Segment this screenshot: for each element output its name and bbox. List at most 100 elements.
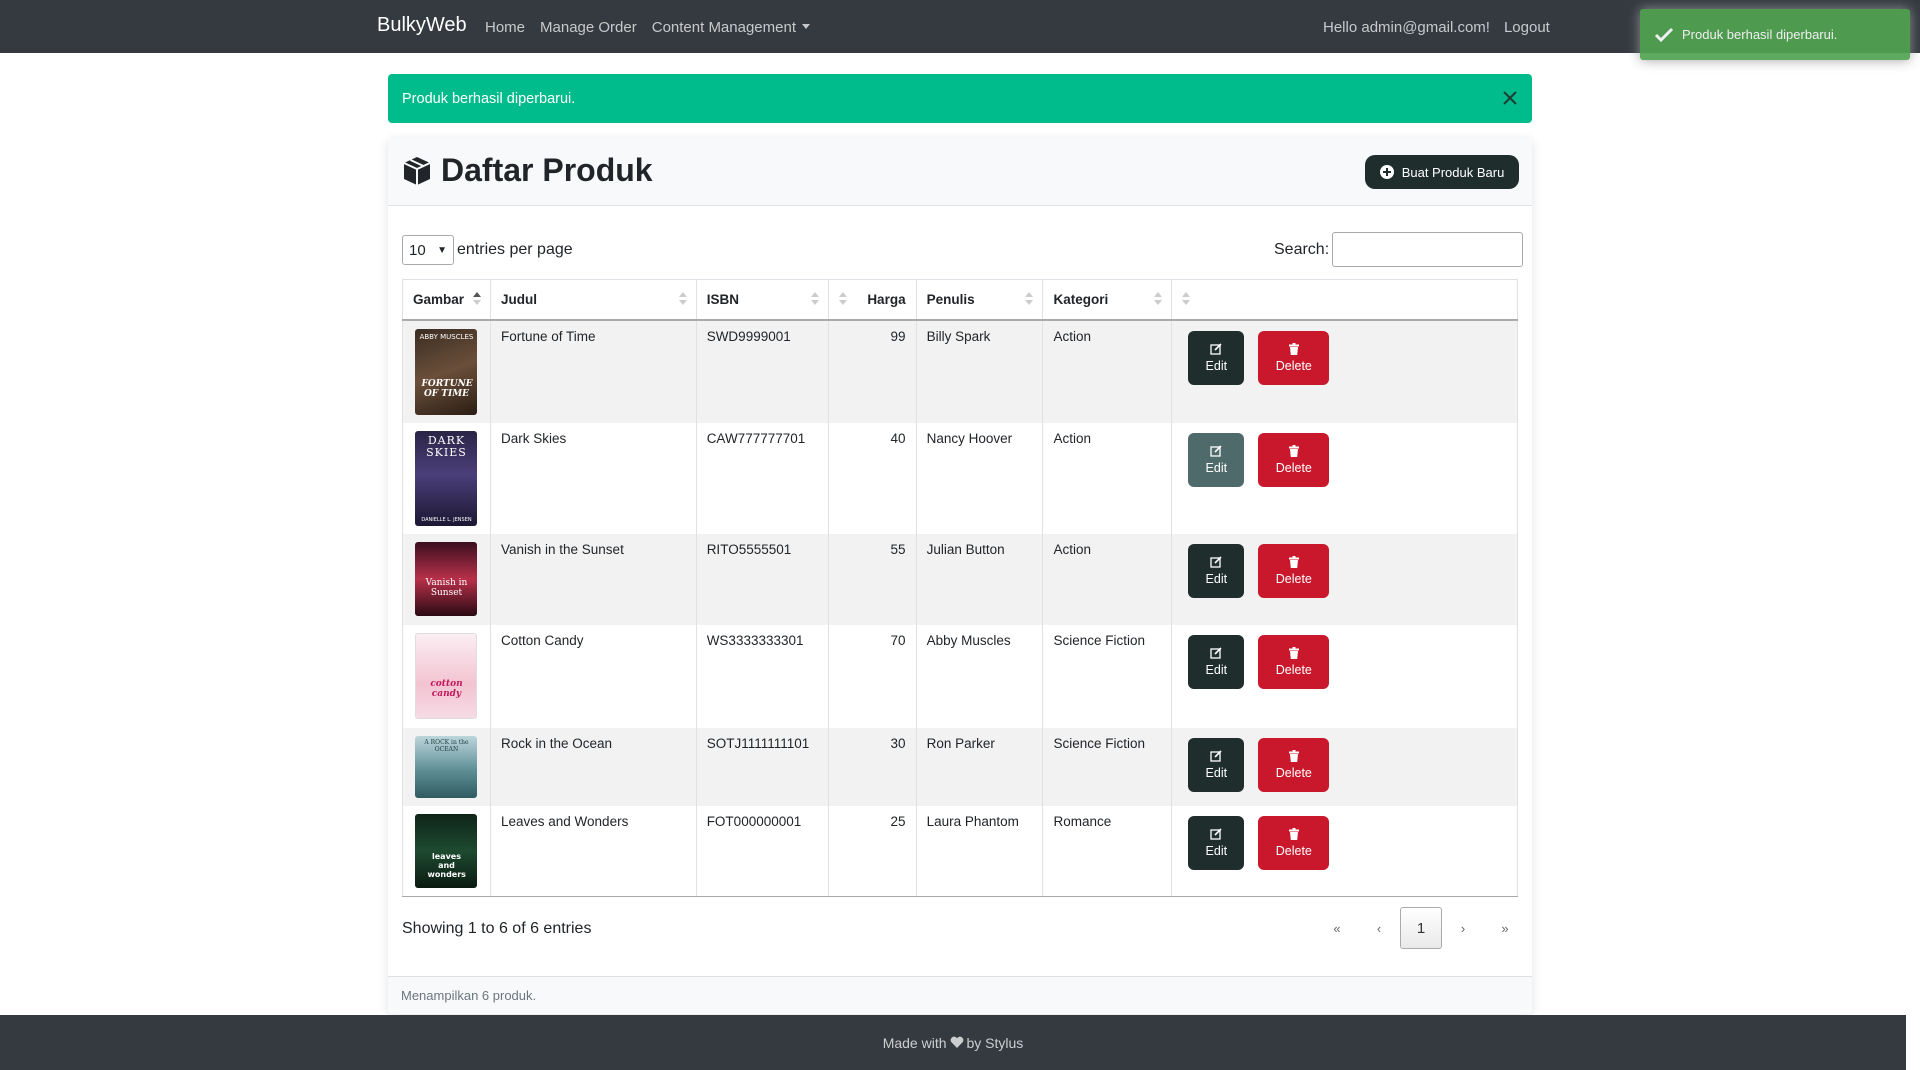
page-current-button[interactable]: 1 [1400,907,1442,949]
cell-isbn: CAW777777701 [696,422,829,534]
col-penulis-label: Penulis [926,291,975,307]
table-row: DARK SKIES DANIELLE L. JENSEN Dark Skies… [402,422,1518,534]
nav-home-link[interactable]: Home [485,19,525,36]
cover-title-text: A ROCK in the OCEAN [424,738,469,753]
edit-button[interactable]: Edit [1188,432,1245,487]
user-greeting-link[interactable]: Hello admin@gmail.com! [1323,19,1490,36]
sort-icon [1154,292,1163,306]
cell-title: Leaves and Wonders [490,805,697,897]
cell-cover: leaves and wonders [402,805,491,897]
close-icon[interactable] [1500,88,1520,108]
col-kategori[interactable]: Kategori [1042,279,1173,321]
edit-button[interactable]: Edit [1188,737,1245,792]
entries-per-page-select[interactable]: 10 ▼ [402,235,454,265]
delete-button[interactable]: Delete [1258,634,1330,689]
delete-button[interactable]: Delete [1258,815,1330,870]
cell-category: Romance [1042,805,1173,897]
edit-button[interactable]: Edit [1188,815,1245,870]
col-actions[interactable] [1171,279,1518,321]
page-first-button[interactable]: « [1316,907,1358,949]
trash-icon [1288,444,1299,457]
cell-author: Abby Muscles [916,624,1044,728]
cell-isbn: SOTJ1111111101 [696,727,829,806]
book-cover-image: ABBY MUSCLES FORTUNE OF TIME [415,328,478,415]
footer-text-before: Made with [882,1034,947,1051]
cover-title-text: Vanish in Sunset [425,577,468,598]
edit-button[interactable]: Edit [1188,634,1245,689]
col-gambar-label: Gambar [413,291,465,307]
cover-title-text: DARK SKIES [426,433,467,459]
cover-title-text: cotton candy [430,678,463,699]
book-cover-image: DARK SKIES DANIELLE L. JENSEN [415,430,478,526]
edit-label: Edit [1205,460,1228,475]
box-icon [403,156,431,185]
edit-button[interactable]: Edit [1188,330,1245,385]
delete-label: Delete [1275,571,1312,586]
page-prev-button[interactable]: ‹ [1358,907,1400,949]
table-info: Showing 1 to 6 of 6 entries [402,920,592,937]
row-actions: Edit Delete [1182,814,1507,870]
row-actions: Edit Delete [1182,736,1507,792]
col-penulis[interactable]: Penulis [916,279,1044,321]
create-product-button[interactable]: Buat Produk Baru [1365,155,1519,189]
edit-label: Edit [1205,765,1228,780]
cell-price: 99 [828,319,917,423]
page-last-button[interactable]: » [1484,907,1526,949]
cell-price: 30 [828,727,917,806]
cell-title: Cotton Candy [490,624,697,728]
delete-button[interactable]: Delete [1258,330,1330,385]
chevron-down-icon: ▼ [437,244,447,256]
edit-label: Edit [1205,843,1228,858]
col-gambar[interactable]: Gambar [402,279,491,321]
col-harga[interactable]: Harga [828,279,917,321]
plus-circle-icon [1379,165,1394,179]
sort-icon [472,292,481,306]
nav-manage-order-link[interactable]: Manage Order [540,19,637,36]
cell-actions: Edit Delete [1171,422,1518,534]
book-cover-image: A ROCK in the OCEAN [415,735,478,798]
entries-control: 10 ▼ entries per page [402,235,573,265]
logout-link[interactable]: Logout [1504,19,1550,36]
cell-author: Laura Phantom [916,805,1044,897]
col-judul-label: Judul [500,291,537,307]
table-header-row: Gambar Judul ISBN Harga Penulis Kategori [402,279,1518,321]
row-actions: Edit Delete [1182,633,1507,689]
col-isbn[interactable]: ISBN [696,279,829,321]
table-row: leaves and wonders Leaves and Wonders FO… [402,805,1518,897]
cell-actions: Edit Delete [1171,624,1518,728]
page-title: Daftar Produk [401,152,653,189]
page-next-button[interactable]: › [1442,907,1484,949]
search-control: Search: [1274,232,1524,267]
delete-label: Delete [1275,460,1312,475]
success-toast[interactable]: Produk berhasil diperbarui. [1640,9,1910,60]
nav-content-management-dropdown[interactable]: Content Management [652,19,810,36]
search-input[interactable] [1332,232,1524,267]
card-footer: Menampilkan 6 produk. [388,976,1532,1014]
entries-label: entries per page [457,241,573,258]
cell-category: Action [1042,533,1173,625]
edit-icon [1210,749,1222,762]
card-footer-text: Menampilkan 6 produk. [401,988,537,1003]
table-row: cotton candy Cotton Candy WS3333333301 7… [402,624,1518,728]
cell-isbn: FOT000000001 [696,805,829,897]
delete-button[interactable]: Delete [1258,737,1330,792]
cell-isbn: RITO5555501 [696,533,829,625]
book-cover-image: cotton candy [415,632,478,719]
edit-button[interactable]: Edit [1188,543,1245,598]
delete-label: Delete [1275,358,1312,373]
col-judul[interactable]: Judul [490,279,697,321]
delete-button[interactable]: Delete [1258,432,1330,487]
edit-icon [1210,342,1222,355]
product-card: Daftar Produk Buat Produk Baru 10 ▼ entr… [388,138,1532,1014]
brand-link[interactable]: BulkyWeb [377,14,467,37]
delete-button[interactable]: Delete [1258,543,1330,598]
edit-icon [1210,444,1222,457]
cell-author: Julian Button [916,533,1044,625]
cell-actions: Edit Delete [1171,727,1518,806]
table-row: Vanish in Sunset Vanish in the Sunset RI… [402,533,1518,625]
edit-label: Edit [1205,571,1228,586]
chevron-down-icon [802,24,810,29]
trash-icon [1288,827,1299,840]
pagination: « ‹ 1 › » [1316,907,1526,949]
success-alert: Produk berhasil diperbarui. [388,74,1532,123]
